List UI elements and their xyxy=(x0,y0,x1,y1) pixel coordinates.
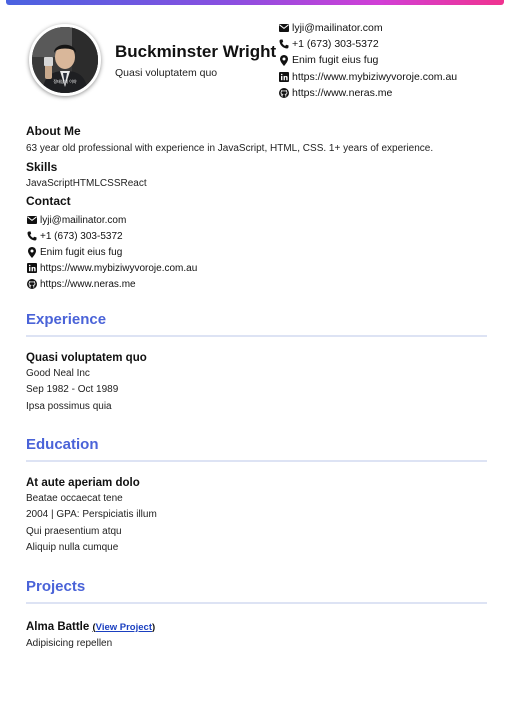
phone-icon xyxy=(26,231,37,242)
education-year-gpa: 2004 | GPA: Perspiciatis illum xyxy=(26,509,157,521)
degree-title: At aute aperiam dolo xyxy=(26,477,140,489)
contact-linkedin[interactable]: https://www.mybiziwyvoroje.com.au xyxy=(26,260,197,276)
avatar: 정태상의 이야 xyxy=(29,24,101,96)
contact-github-text: https://www.neras.me xyxy=(40,278,136,290)
education-detail: Qui praesentium atqu xyxy=(26,525,122,537)
contact-phone[interactable]: +1 (673) 303-5372 xyxy=(26,228,197,244)
projects-section: Projects Alma Battle (View Project) Adip… xyxy=(26,577,487,649)
job-dates: Sep 1982 - Oct 1989 xyxy=(26,384,119,396)
job-title: Quasi voluptatem quo xyxy=(26,352,147,364)
contact-linkedin-text: https://www.mybiziwyvoroje.com.au xyxy=(40,262,198,274)
linkedin-icon xyxy=(26,263,37,274)
phone-icon xyxy=(278,39,289,50)
header-github[interactable]: https://www.neras.me xyxy=(278,85,457,101)
education-detail: Aliquip nulla cumque xyxy=(26,541,119,553)
header-email-text: lyji@mailinator.com xyxy=(292,22,383,35)
project-description: Adipisicing repellen xyxy=(26,638,113,649)
map-marker-icon xyxy=(26,246,37,258)
about-heading: About Me xyxy=(26,124,81,138)
header-phone-text: +1 (673) 303-5372 xyxy=(292,38,379,51)
header-location: Enim fugit eius fug xyxy=(278,52,457,68)
view-project-link[interactable]: View Project xyxy=(96,622,152,633)
envelope-icon xyxy=(26,215,37,226)
header-location-text: Enim fugit eius fug xyxy=(292,54,379,67)
project-title: Alma Battle xyxy=(26,621,90,633)
contact-location-text: Enim fugit eius fug xyxy=(40,246,123,258)
section-divider xyxy=(26,460,487,462)
contact-heading: Contact xyxy=(26,194,71,208)
experience-heading: Experience xyxy=(26,311,107,328)
linkedin-icon xyxy=(278,71,289,82)
section-divider xyxy=(26,602,487,604)
contact-location: Enim fugit eius fug xyxy=(26,244,197,260)
education-heading: Education xyxy=(26,436,99,453)
top-accent-bar xyxy=(6,0,504,5)
education-entry: At aute aperiam dolo Beatae occaecat ten… xyxy=(26,475,157,556)
experience-section: Experience Quasi voluptatem quo Good Nea… xyxy=(26,310,487,412)
company-name: Good Neal Inc xyxy=(26,368,90,379)
map-marker-icon xyxy=(278,54,289,66)
skill-item: CSS xyxy=(99,178,121,189)
project-entry: Alma Battle (View Project) Adipisicing r… xyxy=(26,619,155,652)
candidate-name: Buckminster Wright xyxy=(115,42,277,61)
education-section: Education At aute aperiam dolo Beatae oc… xyxy=(26,435,487,553)
header-linkedin[interactable]: https://www.mybiziwyvoroje.com.au xyxy=(278,69,457,85)
project-title-row: Alma Battle (View Project) xyxy=(26,621,156,633)
skills-heading: Skills xyxy=(26,160,58,174)
github-icon xyxy=(278,87,289,98)
header-github-text: https://www.neras.me xyxy=(292,86,393,99)
resume-header: 정태상의 이야 Buckminster Wright Quasi volupta… xyxy=(26,20,496,112)
experience-entry: Quasi voluptatem quo Good Neal Inc Sep 1… xyxy=(26,350,147,415)
skills-list: JavaScriptHTMLCSSReact xyxy=(26,177,486,191)
skill-item: React xyxy=(120,178,147,189)
skills-section: Skills JavaScriptHTMLCSSReact xyxy=(26,159,486,191)
envelope-icon xyxy=(278,23,289,34)
github-icon xyxy=(26,279,37,290)
contact-list: lyji@mailinator.com +1 (673) 303-5372 En… xyxy=(26,212,197,292)
contact-section: Contact xyxy=(26,193,486,209)
header-contact-list: lyji@mailinator.com +1 (673) 303-5372 En… xyxy=(278,20,457,101)
contact-email[interactable]: lyji@mailinator.com xyxy=(26,212,197,228)
about-section: About Me 63 year old professional with e… xyxy=(26,123,486,156)
contact-github[interactable]: https://www.neras.me xyxy=(26,276,197,292)
skill-item: JavaScript xyxy=(26,178,73,189)
contact-email-text: lyji@mailinator.com xyxy=(40,214,127,226)
header-linkedin-text: https://www.mybiziwyvoroje.com.au xyxy=(292,70,458,83)
photo-caption: 정태상의 이야 xyxy=(53,79,77,84)
skill-item: HTML xyxy=(72,178,100,189)
header-email[interactable]: lyji@mailinator.com xyxy=(278,20,457,36)
projects-heading: Projects xyxy=(26,578,86,595)
about-text: 63 year old professional with experience… xyxy=(26,143,434,154)
contact-phone-text: +1 (673) 303-5372 xyxy=(40,230,123,242)
institution-name: Beatae occaecat tene xyxy=(26,493,123,504)
section-divider xyxy=(26,335,487,337)
candidate-tagline: Quasi voluptatem quo xyxy=(115,67,218,79)
job-description: Ipsa possimus quia xyxy=(26,400,112,412)
header-phone[interactable]: +1 (673) 303-5372 xyxy=(278,36,457,52)
